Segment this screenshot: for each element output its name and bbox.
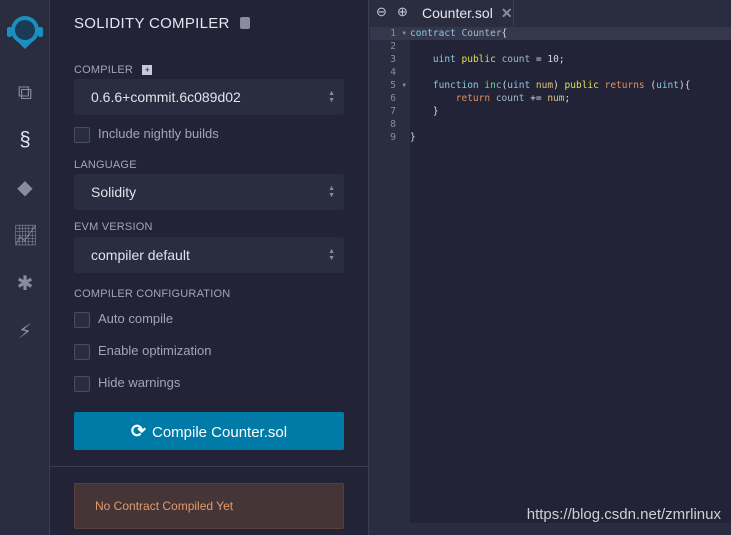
line-number: 7 — [390, 106, 396, 117]
compiler-label-text: COMPILER — [74, 64, 134, 76]
evm-version-select[interactable]: compiler default ▲ ▼ — [74, 237, 344, 273]
plugin-manager-icon[interactable]: ⚡︎ — [13, 320, 37, 344]
auto-compile-checkbox[interactable]: Auto compile — [74, 311, 173, 328]
line-number: 1 ▼ — [370, 27, 410, 40]
remix-logo-icon[interactable] — [4, 12, 46, 52]
language-select[interactable]: Solidity ▲ ▼ — [74, 174, 344, 210]
language-label: LANGUAGE — [74, 159, 137, 171]
line-number: 2 — [390, 41, 396, 52]
enable-optimization-label: Enable optimization — [98, 343, 212, 358]
code-editor: ⊖ ⊕ Counter.sol ✕ 1 ▼ 2 3 4 5 ▼ 6 7 8 9 con… — [370, 0, 731, 535]
line-number: 6 — [390, 93, 396, 104]
compiler-version-value: 0.6.6+commit.6c089d02 — [91, 89, 241, 105]
file-explorer-icon[interactable]: ⧉ — [13, 81, 37, 105]
watermark: https://blog.csdn.net/zmrlinux — [526, 506, 721, 523]
compile-button-label: Compile Counter.sol — [152, 424, 288, 441]
tab-counter-sol[interactable]: Counter.sol ✕ — [414, 0, 514, 26]
compiler-panel: SOLIDITY COMPILER COMPILER + 0.6.6+commi… — [50, 0, 369, 535]
language-value: Solidity — [91, 184, 137, 200]
code-line: contract Counter{ — [410, 27, 731, 40]
panel-title: SOLIDITY COMPILER — [74, 15, 251, 32]
panel-title-text: SOLIDITY COMPILER — [74, 15, 230, 32]
compile-button[interactable]: ⟳ Compile Counter.sol — [74, 412, 344, 450]
auto-compile-label: Auto compile — [98, 311, 174, 326]
enable-optimization-checkbox[interactable]: Enable optimization — [74, 343, 211, 360]
code-line: } — [410, 132, 416, 143]
deploy-run-icon[interactable]: ◆ — [13, 176, 37, 200]
line-number: 3 — [390, 54, 396, 65]
documentation-icon[interactable] — [240, 17, 251, 29]
status-alert: No Contract Compiled Yet — [74, 483, 344, 529]
fold-arrow-icon[interactable]: ▼ — [402, 27, 406, 40]
close-icon[interactable]: ✕ — [501, 5, 513, 21]
line-gutter: 1 ▼ 2 3 4 5 ▼ 6 7 8 9 — [370, 27, 410, 523]
line-number: 5 ▼ — [390, 79, 406, 92]
nightly-builds-checkbox[interactable]: Include nightly builds — [74, 126, 219, 143]
hide-warnings-label: Hide warnings — [98, 375, 181, 390]
line-number: 8 — [390, 119, 396, 130]
fold-arrow-icon[interactable]: ▼ — [402, 79, 406, 92]
zoom-in-icon[interactable]: ⊕ — [397, 4, 408, 20]
icon-bar: ⧉ § ◆ 📈︎ ✱ ⚡︎ — [0, 0, 50, 535]
analysis-icon[interactable]: 📈︎ — [13, 224, 38, 248]
tab-label: Counter.sol — [422, 5, 493, 21]
line-number: 4 — [390, 67, 396, 78]
compiler-config-label: COMPILER CONFIGURATION — [74, 288, 231, 300]
code-line: uint public count = 10; — [432, 54, 565, 65]
nightly-builds-label: Include nightly builds — [98, 126, 219, 141]
evm-version-value: compiler default — [91, 247, 190, 263]
editor-tabs: ⊖ ⊕ Counter.sol ✕ — [370, 0, 731, 26]
select-arrows-icon: ▲ ▼ — [328, 90, 335, 104]
divider — [50, 466, 369, 467]
hide-warnings-checkbox[interactable]: Hide warnings — [74, 375, 180, 392]
select-arrows-icon: ▲ ▼ — [328, 185, 335, 199]
evm-version-label: EVM VERSION — [74, 221, 153, 233]
debugger-icon[interactable]: ✱ — [13, 272, 37, 296]
code-area[interactable]: contract Counter{ uint public count = 10… — [410, 27, 731, 523]
code-line: return count += num; — [455, 93, 571, 104]
zoom-out-icon[interactable]: ⊖ — [376, 4, 387, 20]
compiler-label: COMPILER + — [74, 64, 153, 76]
add-compiler-icon[interactable]: + — [142, 65, 153, 75]
refresh-icon: ⟳ — [130, 421, 146, 441]
line-number: 9 — [390, 132, 396, 143]
compiler-version-select[interactable]: 0.6.6+commit.6c089d02 ▲ ▼ — [74, 79, 344, 115]
select-arrows-icon: ▲ ▼ — [328, 248, 335, 262]
code-line: function inc(uint num) public returns (u… — [432, 80, 691, 91]
solidity-compiler-icon[interactable]: § — [13, 128, 37, 152]
code-line: } — [410, 106, 439, 117]
